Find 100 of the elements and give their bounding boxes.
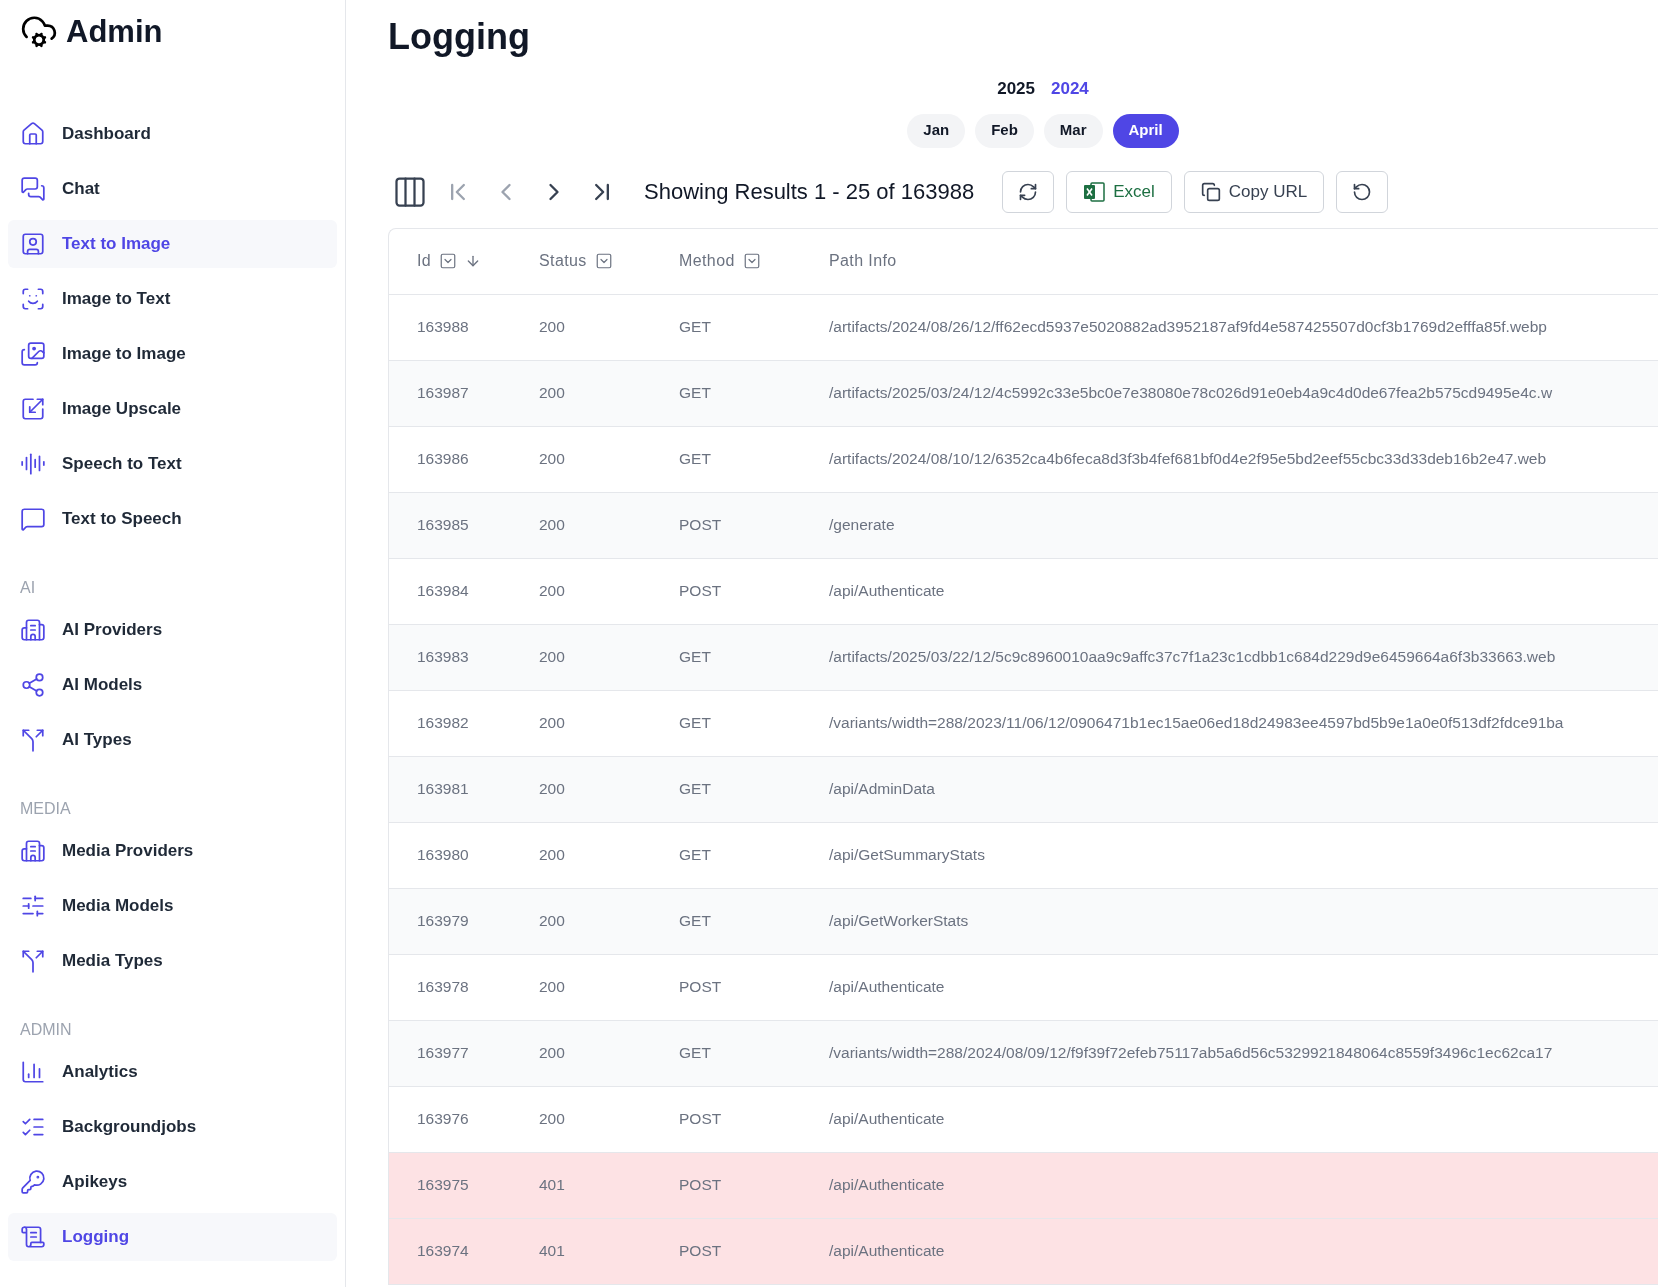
table-cell: 200 bbox=[539, 714, 565, 731]
table-cell: GET bbox=[679, 1044, 711, 1061]
building-icon bbox=[20, 838, 46, 864]
user-square-icon bbox=[20, 231, 46, 257]
sidebar-item[interactable]: Media Providers bbox=[8, 827, 337, 875]
table-cell: POST bbox=[679, 1110, 722, 1127]
copy-url-button[interactable]: Copy URL bbox=[1183, 170, 1325, 213]
table-cell: 401 bbox=[539, 1242, 565, 1259]
refresh-button[interactable] bbox=[1002, 170, 1055, 213]
sidebar-item[interactable]: Chat bbox=[8, 165, 337, 213]
filter-icon[interactable] bbox=[439, 252, 458, 270]
sidebar-item[interactable]: AI Types bbox=[8, 716, 337, 764]
table-cell: POST bbox=[679, 978, 722, 995]
table-cell: 163977 bbox=[417, 1044, 469, 1061]
sidebar-item[interactable]: Image to Image bbox=[8, 330, 337, 378]
column-header[interactable]: Method bbox=[679, 249, 735, 273]
table-cell: 200 bbox=[539, 450, 565, 467]
house-icon bbox=[20, 121, 46, 147]
table-cell: /artifacts/2024/08/26/12/ff62ecd5937e5020882ad3952187af9fd4e587425507d0cf3b1769d2efffa85f.webp bbox=[829, 318, 1547, 335]
scroll-icon bbox=[20, 1224, 46, 1250]
filter-icon[interactable] bbox=[742, 252, 761, 270]
table-row[interactable]: 163983 200 GET /artifacts/2025/03/22/12/5c9c8960010aa9c9affc37c7f1a23c1cdbb1c684d229d9e6459664a6f3b33663.web bbox=[389, 624, 1658, 691]
excel-button[interactable]: Excel bbox=[1066, 170, 1172, 213]
table-cell: 163985 bbox=[417, 516, 469, 533]
sidebar-item[interactable]: Image Upscale bbox=[8, 385, 337, 433]
month-tab[interactable]: Jan bbox=[907, 113, 966, 148]
sidebar-item[interactable]: Dashboard bbox=[8, 110, 337, 158]
table-cell: 200 bbox=[539, 780, 565, 797]
sidebar-item[interactable]: Image to Text bbox=[8, 275, 337, 323]
table-cell: 200 bbox=[539, 1110, 565, 1127]
table-cell: POST bbox=[679, 516, 722, 533]
table-cell: GET bbox=[679, 714, 711, 731]
images-icon bbox=[20, 341, 46, 367]
table-cell: /api/Authenticate bbox=[829, 978, 945, 995]
table-cell: /api/Authenticate bbox=[829, 582, 945, 599]
reset-button[interactable] bbox=[1336, 170, 1389, 213]
page-title: Logging bbox=[388, 15, 531, 59]
table-cell: 200 bbox=[539, 384, 565, 401]
sidebar-item[interactable]: Analytics bbox=[8, 1048, 337, 1096]
table-cell: 163976 bbox=[417, 1110, 469, 1127]
table-row[interactable]: 163975 401 POST /api/Authenticate bbox=[389, 1152, 1658, 1219]
table-cell: /variants/width=288/2024/08/09/12/f9f39f72efeb75117ab5a6d56c5329921848064c8559f3496c1ec62ca17 bbox=[829, 1044, 1553, 1061]
table-cell: GET bbox=[679, 648, 711, 665]
table-cell: 200 bbox=[539, 582, 565, 599]
column-header[interactable]: Status bbox=[539, 249, 587, 273]
table-cell: 163978 bbox=[417, 978, 469, 995]
sidebar-item[interactable]: Apikeys bbox=[8, 1158, 337, 1206]
table-cell: /api/GetWorkerStats bbox=[829, 912, 969, 929]
sidebar-item[interactable]: Backgroundjobs bbox=[8, 1103, 337, 1151]
sidebar-item[interactable]: Media Types bbox=[8, 937, 337, 985]
column-header[interactable]: Id bbox=[417, 249, 432, 273]
table-cell: /variants/width=288/2023/11/06/12/0906471b1ec15ae06ed18d24983ee4597bd5b9e1a0e0f513df2fdce91ba bbox=[829, 714, 1564, 731]
table-cell: GET bbox=[679, 384, 711, 401]
table-row[interactable]: 163981 200 GET /api/AdminData bbox=[389, 756, 1658, 823]
table-cell: 163982 bbox=[417, 714, 469, 731]
table-cell: 200 bbox=[539, 516, 565, 533]
table-cell: 163974 bbox=[417, 1242, 469, 1259]
sidebar-item[interactable]: Logging bbox=[8, 1213, 337, 1261]
month-tab[interactable]: April bbox=[1112, 113, 1179, 148]
month-tab[interactable]: Feb bbox=[975, 113, 1034, 148]
sidebar-item[interactable]: AI Models bbox=[8, 661, 337, 709]
refresh-icon bbox=[1018, 181, 1039, 202]
table-cell: POST bbox=[679, 1242, 722, 1259]
table-cell: 163979 bbox=[417, 912, 469, 929]
table-cell: GET bbox=[679, 912, 711, 929]
column-header[interactable]: Path Info bbox=[829, 249, 897, 273]
table-cell: /artifacts/2025/03/24/12/4c5992c33e5bc0e7e38080e78c026d91e0eb4a9c4d0de67fea2b575cd9495e4c.w bbox=[829, 384, 1553, 401]
copy-icon bbox=[1200, 181, 1221, 202]
split-icon bbox=[20, 727, 46, 753]
year-link[interactable]: 2025 bbox=[997, 76, 1035, 102]
table-cell: 163987 bbox=[417, 384, 469, 401]
scaling-icon bbox=[20, 396, 46, 422]
table-cell: /artifacts/2024/08/10/12/6352ca4b6feca8d3f3b4fef681bf0d4e2f95e5bd2eef55cbc33d33deb16b2e47.web bbox=[829, 450, 1547, 467]
table-cell: 163983 bbox=[417, 648, 469, 665]
table-cell: /api/Authenticate bbox=[829, 1110, 945, 1127]
month-tab[interactable]: Mar bbox=[1043, 113, 1103, 148]
year-link[interactable]: 2024 bbox=[1051, 76, 1089, 102]
sidebar-item[interactable]: Speech to Text bbox=[8, 440, 337, 488]
chat-bubbles-icon bbox=[20, 176, 46, 202]
undo-icon bbox=[1352, 181, 1373, 202]
table-row[interactable]: 163979 200 GET /api/GetWorkerStats bbox=[389, 888, 1658, 955]
scan-face-icon bbox=[20, 286, 46, 312]
table-cell: POST bbox=[679, 1176, 722, 1193]
section-heading: AI bbox=[19, 578, 37, 598]
table-cell: /artifacts/2025/03/22/12/5c9c8960010aa9c9affc37c7f1a23c1cdbb1c684d229d9e6459664a6f3b33663.web bbox=[829, 648, 1556, 665]
table-cell: 163980 bbox=[417, 846, 469, 863]
sidebar-item[interactable]: Text to Speech bbox=[8, 495, 337, 543]
table-cell: 163988 bbox=[417, 318, 469, 335]
table-cell: 200 bbox=[539, 846, 565, 863]
table-row[interactable]: 163985 200 POST /generate bbox=[389, 492, 1658, 559]
sidebar-item[interactable]: AI Providers bbox=[8, 606, 337, 654]
sidebar-item[interactable]: Text to Image bbox=[8, 220, 337, 268]
split-icon bbox=[20, 948, 46, 974]
table-row[interactable]: 163974 401 POST /api/Authenticate bbox=[389, 1218, 1658, 1285]
table-cell: 163986 bbox=[417, 450, 469, 467]
table-row[interactable]: 163987 200 GET /artifacts/2025/03/24/12/4c5992c33e5bc0e7e38080e78c026d91e0eb4a9c4d0de67fea2b575cd9495e4c.w bbox=[389, 360, 1658, 427]
sidebar-item[interactable]: Media Models bbox=[8, 882, 337, 930]
filter-icon[interactable] bbox=[594, 252, 613, 270]
table-row[interactable]: 163977 200 GET /variants/width=288/2024/08/09/12/f9f39f72efeb75117ab5a6d56c5329921848064c8559f3496c1ec62ca17 bbox=[389, 1020, 1658, 1087]
table-cell: 163975 bbox=[417, 1176, 469, 1193]
